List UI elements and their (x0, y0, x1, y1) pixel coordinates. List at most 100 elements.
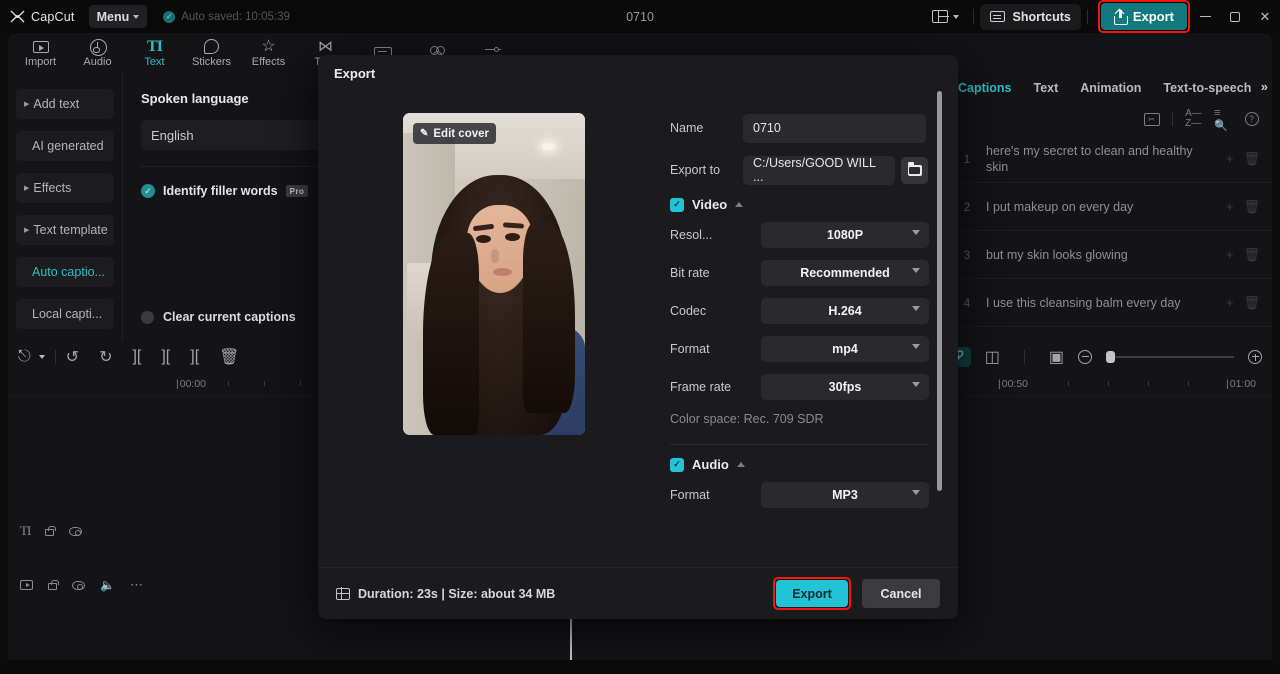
chevron-up-icon[interactable] (736, 462, 745, 467)
layout-button[interactable] (924, 9, 967, 24)
chevron-down-icon[interactable] (38, 347, 45, 367)
minimize-button[interactable] (1190, 0, 1220, 33)
dialog-export-label: Export (792, 586, 832, 601)
checkbox-checked-icon[interactable]: ✓ (670, 197, 684, 212)
close-button[interactable]: ✕ (1250, 0, 1280, 33)
clear-captions-row[interactable]: Clear current captions (141, 310, 296, 324)
edit-cover-button[interactable]: ✎ Edit cover (413, 123, 496, 144)
dialog-cancel-button[interactable]: Cancel (862, 579, 940, 608)
add-caption-icon[interactable]: + (1226, 247, 1234, 262)
lock-icon[interactable] (48, 580, 59, 590)
resolution-select[interactable]: 1080P (761, 222, 929, 248)
name-input[interactable]: 0710 (743, 113, 926, 143)
video-section-header[interactable]: ✓ Video (670, 197, 958, 212)
tab-text[interactable]: Text (1033, 81, 1058, 95)
zoom-in-icon[interactable] (1248, 349, 1262, 364)
tab-effects[interactable]: ☆ Effects (240, 33, 297, 73)
film-icon (336, 587, 350, 600)
mirror-icon[interactable]: ◫ (985, 347, 1000, 367)
checkbox-checked-icon[interactable]: ✓ (141, 184, 155, 198)
sidebar-item-local-captions[interactable]: Local capti... (16, 299, 114, 329)
autosave-status: ✓ Auto saved: 10:05:39 (163, 10, 290, 23)
list-item[interactable]: 4 I use this cleansing balm every day + … (952, 279, 1272, 327)
browse-folder-button[interactable] (901, 156, 928, 184)
lock-icon[interactable] (45, 526, 56, 536)
speaker-icon[interactable]: 🔈 (100, 578, 115, 592)
trim-right-icon[interactable]: ][ (190, 347, 199, 367)
dialog-scrollbar[interactable] (937, 91, 942, 491)
sidebar-item-add-text[interactable]: ▶ Add text (16, 89, 114, 119)
delete-icon[interactable]: 🗑 (219, 347, 239, 367)
export-path-input[interactable]: C:/Users/GOOD WILL ... (743, 155, 895, 185)
codec-select[interactable]: H.264 (761, 298, 929, 324)
sidebar-item-effects[interactable]: ▶ Effects (16, 173, 114, 203)
help-icon[interactable]: ? (1243, 112, 1260, 127)
caption-text[interactable]: here's my secret to clean and healthy sk… (986, 143, 1216, 175)
zoom-slider[interactable] (1106, 350, 1234, 363)
framerate-select[interactable]: 30fps (761, 374, 929, 400)
checkbox-checked-icon[interactable]: ✓ (670, 457, 684, 472)
add-caption-icon[interactable]: + (1226, 295, 1234, 310)
pro-badge: Pro (285, 185, 309, 197)
eye-icon[interactable] (69, 526, 83, 536)
cover-hair-left (423, 233, 479, 435)
tab-text[interactable]: TI Text (126, 33, 183, 73)
split-icon[interactable]: ][ (132, 347, 141, 367)
more-tabs-icon[interactable]: » (1261, 79, 1268, 94)
cover-eye (505, 233, 520, 241)
caption-text[interactable]: I put makeup on every day (986, 199, 1216, 215)
caption-text[interactable]: but my skin looks glowing (986, 247, 1216, 263)
menu-button[interactable]: Menu (88, 5, 148, 28)
export-top-button[interactable]: Export (1100, 3, 1187, 30)
sidebar-item-auto-captions[interactable]: Auto captio... (16, 257, 114, 287)
tab-audio[interactable]: Audio (69, 33, 126, 73)
audio-section-header[interactable]: ✓ Audio (670, 457, 958, 472)
eye-icon[interactable] (72, 580, 85, 590)
trim-left-icon[interactable]: ][ (161, 347, 170, 367)
zoom-out-icon[interactable] (1078, 349, 1092, 364)
list-item[interactable]: 2 I put makeup on every day + 🗑 (952, 183, 1272, 231)
delete-caption-icon[interactable]: 🗑 (1243, 295, 1260, 311)
caption-text[interactable]: I use this cleansing balm every day (986, 295, 1216, 311)
delete-caption-icon[interactable]: 🗑 (1243, 199, 1260, 215)
tab-text-to-speech[interactable]: Text-to-speech (1163, 81, 1251, 95)
sidebar-item-ai-generated[interactable]: AI generated (16, 131, 114, 161)
list-item[interactable]: 5 and it doesn't hurt my skin + 🗑 (952, 327, 1272, 338)
tab-stickers[interactable]: Stickers (183, 33, 240, 73)
more-options-icon[interactable]: ⋯ (130, 577, 144, 593)
captions-list[interactable]: 1 here's my secret to clean and healthy … (952, 135, 1272, 338)
cursor-icon[interactable]: ⎋ (18, 347, 31, 367)
cut-audio-icon[interactable]: ✂ (1143, 112, 1160, 127)
cover-preview[interactable]: ✎ Edit cover (403, 113, 585, 435)
list-item[interactable]: 1 here's my secret to clean and healthy … (952, 135, 1272, 183)
format-select[interactable]: mp4 (761, 336, 929, 362)
zoom-slider-knob[interactable] (1106, 350, 1115, 363)
dialog-export-button[interactable]: Export (776, 580, 848, 607)
chevron-up-icon[interactable] (735, 202, 744, 207)
delete-caption-icon[interactable]: 🗑 (1243, 247, 1260, 263)
delete-caption-icon[interactable]: 🗑 (1243, 151, 1260, 167)
maximize-button[interactable] (1220, 0, 1250, 33)
sort-az-icon[interactable]: A— Z— (1185, 109, 1202, 129)
search-list-icon[interactable]: ≡🔍 (1214, 107, 1231, 132)
undo-icon[interactable]: ↺ (66, 347, 79, 367)
list-item[interactable]: 3 but my skin looks glowing + 🗑 (952, 231, 1272, 279)
resolution-value: 1080P (826, 228, 864, 242)
dialog-cancel-label: Cancel (880, 586, 922, 601)
add-caption-icon[interactable]: + (1226, 151, 1234, 166)
tab-import[interactable]: Import (12, 33, 69, 73)
shortcuts-button[interactable]: Shortcuts (980, 3, 1081, 30)
checkbox-icon[interactable] (141, 310, 154, 324)
audio-section-label: Audio (692, 457, 729, 472)
tab-captions[interactable]: Captions (958, 81, 1011, 95)
chevron-down-icon (133, 14, 140, 19)
audio-format-select[interactable]: MP3 (761, 482, 929, 508)
sidebar-item-text-template[interactable]: ▶ Text template (16, 215, 114, 245)
left-panel-menu: ▶ Add text AI generated ▶ Effects ▶ Text… (8, 73, 122, 340)
app-logo: CapCut (10, 10, 75, 24)
crop-icon[interactable]: ▣ (1049, 347, 1064, 367)
redo-icon[interactable]: ↻ (99, 347, 112, 367)
tab-animation[interactable]: Animation (1080, 81, 1141, 95)
bitrate-select[interactable]: Recommended (761, 260, 929, 286)
add-caption-icon[interactable]: + (1226, 199, 1234, 214)
